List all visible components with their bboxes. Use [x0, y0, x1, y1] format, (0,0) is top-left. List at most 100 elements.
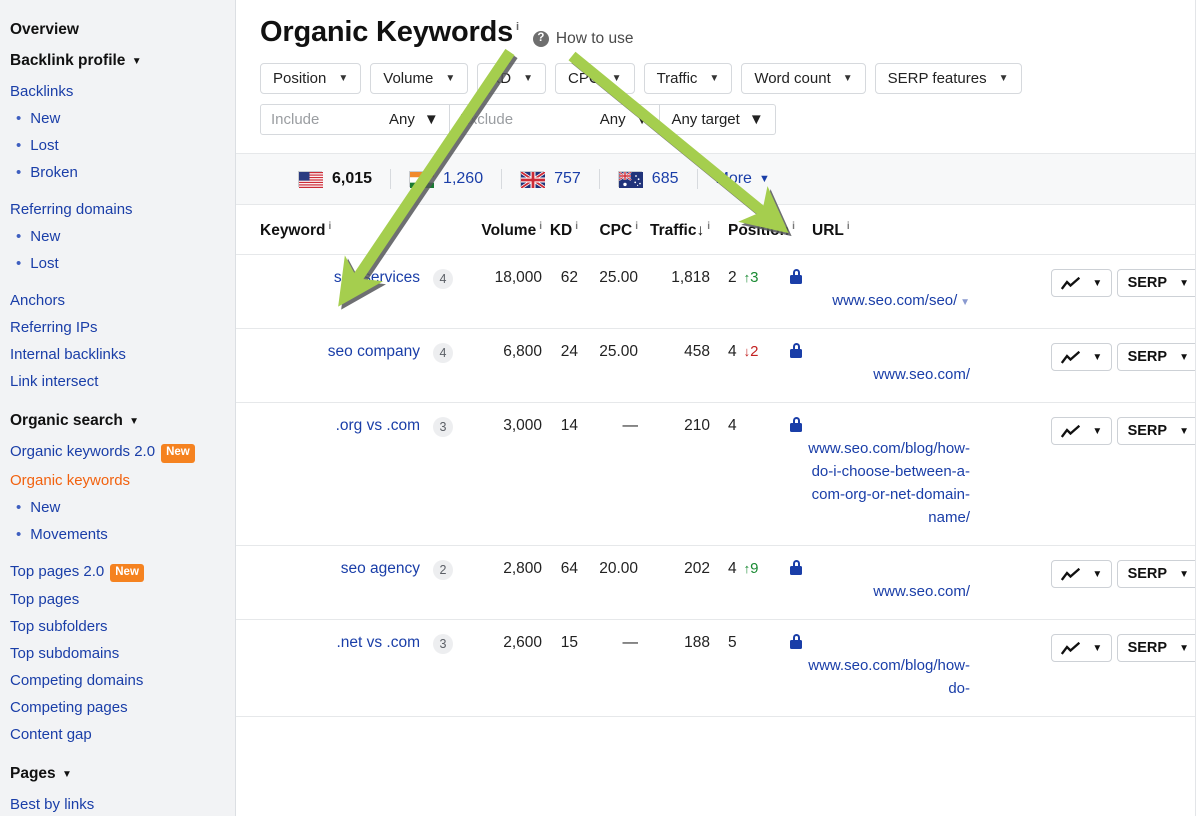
filter-word-count[interactable]: Word count ▼ [741, 63, 866, 94]
serp-feature-chip[interactable]: 4 [433, 269, 453, 290]
include-input[interactable] [261, 105, 389, 134]
sidebar-item-lost[interactable]: • Lost [0, 132, 235, 159]
cell-kd: 64 [560, 560, 578, 578]
column-header-volume[interactable]: Volume i [466, 205, 542, 255]
serp-button[interactable]: SERP ▼ [1116, 269, 1200, 298]
keyword-link[interactable]: .net vs .com [336, 634, 420, 651]
sidebar-item-lost[interactable]: • Lost [0, 250, 235, 277]
filter-label: KD [490, 70, 512, 87]
sidebar-item-label: Backlinks [10, 83, 74, 100]
how-to-use-link[interactable]: ? How to use [532, 30, 633, 48]
serp-feature-chip[interactable]: 4 [433, 343, 453, 364]
sidebar-section-header-organic-search[interactable]: Organic search ▼ [0, 405, 235, 438]
sidebar-item-top-pages[interactable]: Top pages [0, 586, 235, 613]
column-info-icon[interactable]: i [635, 221, 638, 232]
sidebar-item-broken[interactable]: • Broken [0, 159, 235, 186]
sidebar-item-content-gap[interactable]: Content gap [0, 721, 235, 748]
country-keyword-count: 6,015 [332, 170, 373, 187]
serp-button[interactable]: SERP ▼ [1116, 560, 1200, 589]
country-filter-us[interactable]: 6,015 [260, 170, 390, 188]
filter-kd[interactable]: KD ▼ [477, 63, 546, 94]
serp-button-label: SERP [1127, 640, 1168, 657]
sidebar-item-link-intersect[interactable]: Link intersect [0, 368, 235, 395]
include-mode-dropdown[interactable]: Any ▼ [389, 111, 449, 128]
sidebar-item-organic-keywords-2-0[interactable]: Organic keywords 2.0 New [0, 438, 235, 467]
sidebar-item-competing-domains[interactable]: Competing domains [0, 667, 235, 694]
sidebar-item-anchors[interactable]: Anchors [0, 287, 235, 314]
country-filter-gb[interactable]: 757 [520, 170, 599, 190]
sidebar-item-top-pages-2-0[interactable]: Top pages 2.0 New [0, 558, 235, 587]
keyword-link[interactable]: seo company [328, 343, 420, 360]
sidebar-section-header-backlink-profile[interactable]: Backlink profile ▼ [0, 45, 235, 78]
keyword-link[interactable]: seo agency [341, 560, 420, 577]
sidebar-item-new[interactable]: • New [0, 223, 235, 250]
exclude-input[interactable] [449, 105, 600, 134]
sidebar-item-referring-ips[interactable]: Referring IPs [0, 314, 235, 341]
filter-label: SERP features [887, 70, 987, 87]
sidebar-item-backlinks[interactable]: Backlinks [0, 78, 235, 105]
sidebar-item-best-by-links[interactable]: Best by links [0, 791, 235, 816]
column-header-url[interactable]: URL i [790, 205, 970, 255]
serp-feature-chip[interactable]: 3 [433, 634, 453, 655]
column-info-icon[interactable]: i [575, 221, 578, 232]
url-link[interactable]: www.seo.com/ [873, 366, 970, 383]
serp-feature-chip[interactable]: 2 [433, 560, 453, 581]
filter-serp-features[interactable]: SERP features ▼ [874, 63, 1022, 94]
column-header-position[interactable]: Position i [710, 205, 795, 255]
column-header-kd[interactable]: KD i [542, 205, 578, 255]
filter-volume[interactable]: Volume ▼ [370, 63, 469, 94]
position-value: 4 [728, 560, 737, 578]
sidebar-overview[interactable]: Overview [0, 14, 235, 45]
trend-chart-button[interactable]: ▼ [1051, 343, 1113, 372]
serp-button[interactable]: SERP ▼ [1116, 343, 1200, 372]
url-link[interactable]: www.seo.com/blog/how-do-i-choose-between… [808, 440, 970, 526]
column-info-icon[interactable]: i [847, 221, 850, 232]
page-scrollbar[interactable] [1195, 0, 1200, 816]
sidebar-section-header-pages[interactable]: Pages ▼ [0, 758, 235, 791]
filter-traffic[interactable]: Traffic ▼ [643, 63, 733, 94]
sidebar-item-competing-pages[interactable]: Competing pages [0, 694, 235, 721]
url-link[interactable]: www.seo.com/seo/ [832, 292, 957, 309]
column-header-keyword[interactable]: Keyword i [236, 205, 420, 255]
country-filter-au[interactable]: 685 [617, 170, 697, 188]
sidebar-item-internal-backlinks[interactable]: Internal backlinks [0, 341, 235, 368]
url-link[interactable]: www.seo.com/ [873, 583, 970, 600]
country-keyword-count: 685 [651, 170, 679, 187]
keyword-link[interactable]: seo services [334, 269, 420, 286]
trend-chart-button[interactable]: ▼ [1051, 269, 1113, 298]
chevron-down-icon[interactable]: ▼ [957, 297, 970, 308]
sidebar-item-top-subdomains[interactable]: Top subdomains [0, 640, 235, 667]
sidebar-item-new[interactable]: • New [0, 494, 235, 521]
column-info-icon[interactable]: i [539, 221, 542, 232]
column-header-cpc[interactable]: CPC i [578, 205, 638, 255]
trend-chart-button[interactable]: ▼ [1051, 560, 1113, 589]
trend-chart-button[interactable]: ▼ [1051, 417, 1113, 446]
filter-position[interactable]: Position ▼ [260, 63, 362, 94]
country-filter-in[interactable]: 1,260 [409, 170, 501, 188]
serp-button[interactable]: SERP ▼ [1116, 417, 1200, 446]
exclude-filter-group: Any ▼ [449, 104, 661, 135]
serp-feature-chip[interactable]: 3 [433, 417, 453, 438]
column-header-traffic[interactable]: Traffic↓ i [638, 205, 710, 255]
any-target-dropdown[interactable]: Any target ▼ [660, 104, 776, 135]
column-info-icon[interactable]: i [328, 221, 331, 232]
sidebar-item-top-subfolders[interactable]: Top subfolders [0, 613, 235, 640]
column-info-icon[interactable]: i [707, 221, 710, 232]
filter-cpc[interactable]: CPC ▼ [554, 63, 635, 94]
sidebar-item-label: Broken [30, 164, 78, 181]
title-info-icon[interactable]: i [516, 21, 519, 33]
trend-chart-button[interactable]: ▼ [1051, 634, 1113, 663]
chevron-down-icon: ▼ [523, 73, 533, 84]
serp-button[interactable]: SERP ▼ [1116, 634, 1200, 663]
sidebar-item-movements[interactable]: • Movements [0, 521, 235, 548]
sidebar-item-new[interactable]: • New [0, 105, 235, 132]
keyword-link[interactable]: .org vs .com [336, 417, 420, 434]
sidebar-item-referring-domains[interactable]: Referring domains [0, 196, 235, 223]
exclude-mode-dropdown[interactable]: Any ▼ [600, 111, 660, 128]
more-countries-dropdown[interactable]: More ▼ [716, 170, 770, 188]
sidebar-item-organic-keywords[interactable]: Organic keywords [0, 467, 235, 494]
position-value: 4 [728, 417, 737, 435]
column-info-icon[interactable]: i [792, 221, 795, 232]
sort-desc-icon: ↓ [696, 222, 705, 240]
url-link[interactable]: www.seo.com/blog/how-do- [808, 657, 970, 697]
